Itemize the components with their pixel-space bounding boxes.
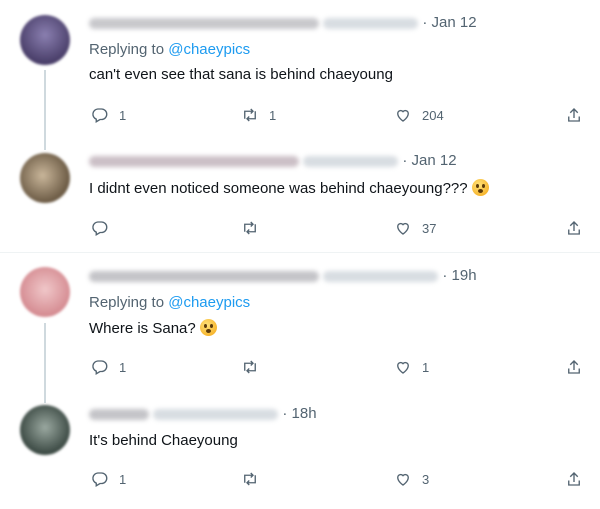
share-icon [568, 221, 580, 235]
tweet[interactable]: · 18h It's behind Chaeyoung 1 3 [0, 393, 600, 509]
like-icon [397, 361, 409, 374]
retweet-button[interactable] [241, 468, 269, 490]
tweet[interactable]: · Jan 12 I didnt even noticed someone wa… [0, 140, 600, 252]
share-icon [568, 472, 580, 486]
tweet-header[interactable]: · Jan 12 [89, 152, 457, 172]
reply-button[interactable] [91, 217, 119, 239]
tweet-actions: 1 3 [89, 468, 589, 490]
retweet-icon [244, 221, 256, 235]
tweet-text: I didnt even noticed someone was behind … [89, 179, 489, 197]
retweet-button[interactable] [241, 356, 269, 378]
tweet[interactable]: · Jan 12 Replying to @chaeypics can't ev… [0, 0, 600, 140]
share-button[interactable] [565, 468, 583, 490]
replying-to: Replying to @chaeypics [89, 41, 251, 58]
thread-line [44, 70, 46, 140]
reply-count: 1 [119, 471, 127, 487]
like-button[interactable]: 204 [394, 104, 444, 126]
blurred-display-name [89, 270, 319, 282]
tweet-actions: 1 1 204 [89, 104, 589, 126]
blurred-display-name [89, 17, 319, 29]
retweet-icon [244, 108, 256, 122]
reply-icon [92, 108, 108, 123]
like-count: 1 [422, 359, 430, 375]
tweet-timestamp[interactable]: · Jan 12 [422, 14, 476, 31]
blurred-display-name [89, 408, 149, 420]
blurred-display-name [89, 155, 299, 167]
share-icon [568, 108, 580, 122]
mention-link[interactable]: @chaeypics [168, 294, 250, 311]
reply-icon [92, 360, 108, 375]
blurred-handle [303, 155, 399, 167]
thread-line [44, 393, 46, 403]
mention-link[interactable]: @chaeypics [168, 41, 250, 58]
reply-button[interactable]: 1 [91, 468, 126, 490]
avatar[interactable] [20, 15, 70, 65]
like-button[interactable]: 37 [394, 217, 436, 239]
share-button[interactable] [565, 104, 583, 126]
blurred-handle [153, 408, 279, 420]
tweet-text: can't even see that sana is behind chaey… [89, 66, 393, 83]
reply-button[interactable]: 1 [91, 104, 126, 126]
tweet-timestamp[interactable]: · 18h [282, 405, 316, 422]
share-icon [568, 360, 580, 374]
retweet-icon [244, 472, 256, 486]
like-count: 37 [422, 220, 437, 236]
share-button[interactable] [565, 356, 583, 378]
thread-line [44, 323, 46, 393]
thread-line [44, 140, 46, 150]
like-icon [397, 109, 409, 122]
reply-button[interactable]: 1 [91, 356, 126, 378]
like-button[interactable]: 1 [394, 356, 429, 378]
avatar[interactable] [20, 405, 70, 455]
astonished-emoji-icon [471, 179, 489, 196]
tweet-header[interactable]: · 19h [89, 267, 477, 287]
like-count: 3 [422, 471, 430, 487]
retweet-icon [244, 360, 256, 374]
reply-icon [92, 472, 108, 487]
blurred-handle [323, 270, 439, 282]
like-icon [397, 222, 409, 235]
like-count: 204 [422, 107, 444, 123]
avatar[interactable] [20, 153, 70, 203]
retweet-button[interactable] [241, 217, 269, 239]
tweet-timestamp[interactable]: · 19h [442, 267, 476, 284]
retweet-count: 1 [269, 107, 277, 123]
tweet-timestamp[interactable]: · Jan 12 [402, 152, 456, 169]
like-button[interactable]: 3 [394, 468, 429, 490]
tweet[interactable]: · 19h Replying to @chaeypics Where is Sa… [0, 253, 600, 393]
share-button[interactable] [565, 217, 583, 239]
replying-to: Replying to @chaeypics [89, 294, 251, 311]
reply-count: 1 [119, 107, 127, 123]
tweet-text: It's behind Chaeyoung [89, 432, 238, 449]
reply-count: 1 [119, 359, 127, 375]
tweet-header[interactable]: · 18h [89, 405, 317, 425]
tweet-actions: 1 1 [89, 356, 589, 378]
reply-icon [92, 221, 108, 236]
blurred-handle [323, 17, 419, 29]
anxious-emoji-icon [199, 319, 217, 336]
tweet-actions: 37 [89, 217, 589, 239]
retweet-button[interactable]: 1 [241, 104, 276, 126]
like-icon [397, 473, 409, 486]
tweet-text: Where is Sana? [89, 319, 217, 337]
avatar[interactable] [20, 267, 70, 317]
tweet-header[interactable]: · Jan 12 [89, 14, 477, 34]
